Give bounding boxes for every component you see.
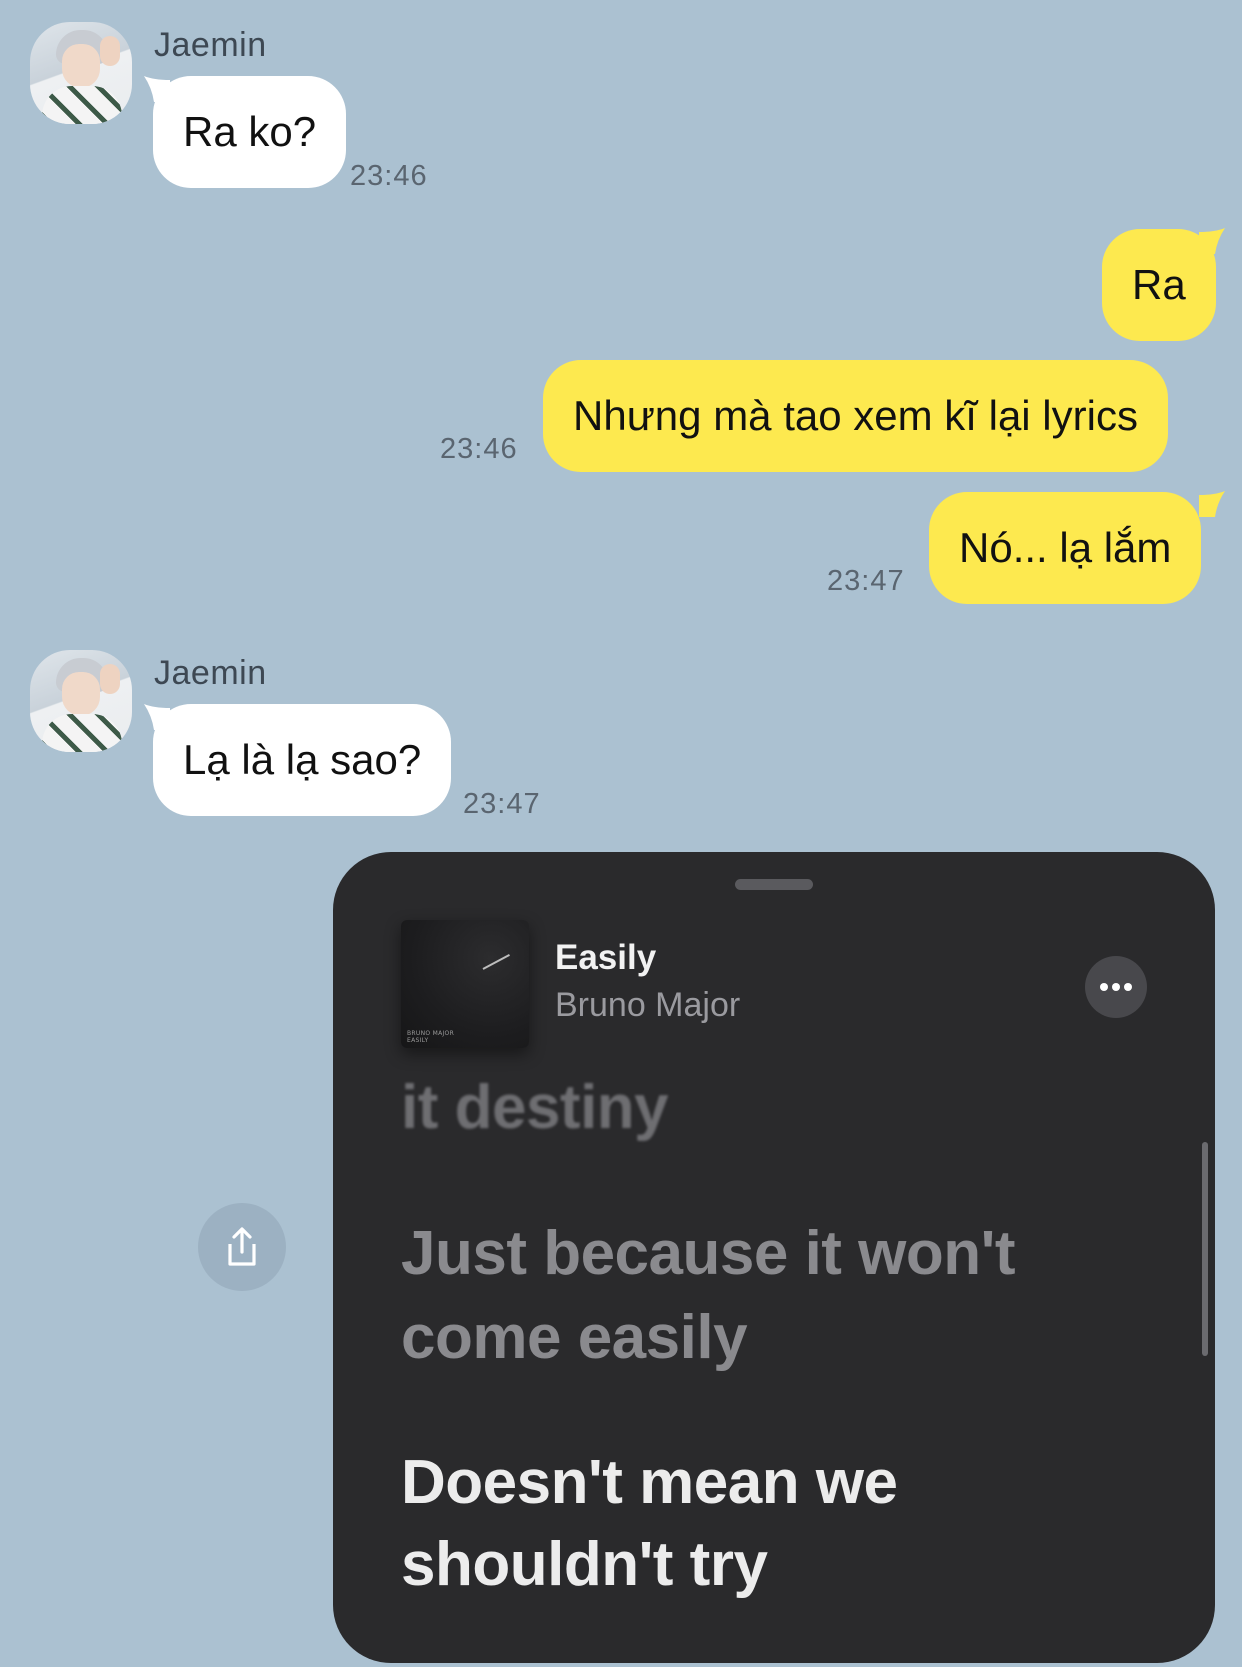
album-scribble — [482, 954, 518, 984]
avatar-hand — [100, 36, 120, 66]
avatar[interactable] — [30, 650, 132, 752]
message-time: 23:46 — [350, 160, 428, 192]
share-button[interactable] — [198, 1203, 286, 1291]
message-bubble-outgoing[interactable]: Nó... lạ lắm — [929, 492, 1202, 604]
lyric-line-previous: Just because it won't come easily — [401, 1219, 1016, 1372]
avatar-face — [62, 672, 100, 716]
message-time: 23:46 — [440, 433, 518, 465]
sender-name: Jaemin — [154, 654, 267, 692]
song-artist: Bruno Major — [555, 986, 741, 1024]
message-bubble-incoming[interactable]: Lạ là lạ sao? — [153, 704, 452, 816]
message-bubble-outgoing[interactable]: Nhưng mà tao xem kĩ lại lyrics — [543, 360, 1168, 472]
album-cover: BRUNO MAJOR EASILY — [401, 920, 529, 1048]
more-button[interactable] — [1085, 956, 1147, 1018]
scroll-indicator[interactable] — [1202, 1142, 1208, 1356]
album-cover-text: BRUNO MAJOR EASILY — [407, 1030, 455, 1044]
grabber-handle — [735, 879, 813, 890]
avatar-hand — [100, 664, 120, 694]
bubble-tail — [1199, 491, 1225, 517]
avatar-shirt — [42, 714, 122, 752]
lyric-line-current: Doesn't mean we shouldn't try — [401, 1448, 898, 1599]
message-bubble-incoming[interactable]: Ra ko? — [153, 76, 347, 188]
song-title: Easily — [555, 938, 657, 977]
share-icon — [228, 1227, 256, 1266]
lyric-line-faded: it destiny — [401, 1073, 669, 1142]
sender-name: Jaemin — [154, 26, 267, 64]
avatar[interactable] — [30, 22, 132, 124]
music-lyrics-card[interactable]: BRUNO MAJOR EASILY Easily Bruno Major it… — [333, 852, 1215, 1663]
more-icon — [1100, 983, 1132, 991]
message-time: 23:47 — [827, 565, 905, 597]
message-time: 23:47 — [463, 788, 541, 820]
avatar-face — [62, 44, 100, 88]
message-bubble-outgoing[interactable]: Ra — [1102, 229, 1216, 341]
avatar-shirt — [42, 86, 122, 124]
